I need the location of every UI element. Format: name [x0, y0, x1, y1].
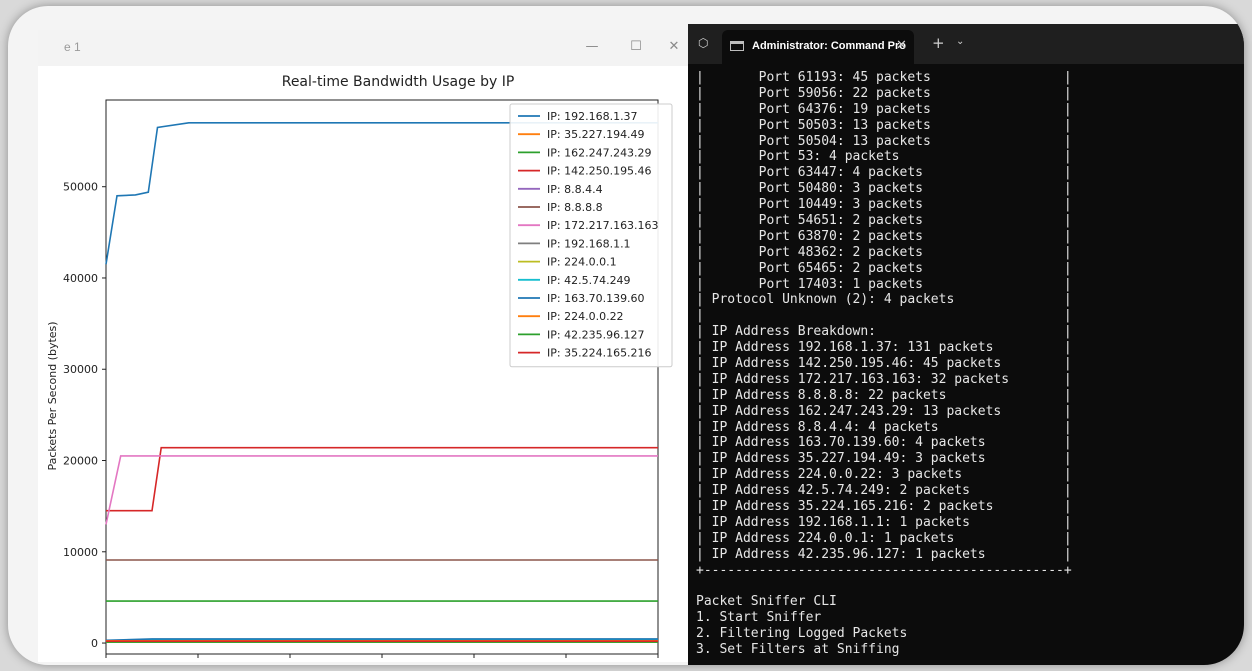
terminal-line: | Port 63447: 4 packets |	[696, 165, 1072, 181]
bandwidth-line-chart: Real-time Bandwidth Usage by IP Packets …	[46, 74, 673, 658]
legend-label: IP: 192.168.1.1	[547, 237, 631, 250]
series-line	[106, 446, 658, 512]
terminal-line: | IP Address 192.168.1.1: 1 packets |	[696, 514, 1072, 530]
terminal-window: ⬡ Administrator: Command Pro ✕ + ⌄ | Por…	[688, 24, 1244, 665]
legend-label: IP: 224.0.0.22	[547, 310, 624, 323]
legend: IP: 192.168.1.37 IP: 35.227.194.49 IP: 162…	[509, 103, 673, 368]
terminal-icon	[730, 41, 744, 51]
plot-window-titlebar: e 1 — ☐ ✕	[38, 30, 694, 66]
terminal-line: | Port 50503: 13 packets |	[696, 117, 1072, 133]
legend-label: IP: 42.5.74.249	[547, 274, 631, 287]
terminal-tab-bar: ⬡ Administrator: Command Pro ✕ + ⌄	[688, 24, 1244, 64]
terminal-line: Packet Sniffer CLI	[696, 594, 837, 610]
legend-label: IP: 35.224.165.216	[547, 347, 652, 360]
new-tab-button[interactable]: +	[932, 34, 945, 52]
terminal-line: | Port 65465: 2 packets |	[696, 260, 1072, 276]
terminal-line: | Port 54651: 2 packets |	[696, 213, 1072, 229]
terminal-line: | IP Address 224.0.0.22: 3 packets |	[696, 467, 1072, 483]
y-tick-label: 50000	[63, 181, 98, 194]
legend-label: IP: 163.70.139.60	[547, 292, 645, 305]
legend-label: IP: 172.217.163.163	[547, 219, 659, 232]
legend-label: IP: 162.247.243.29	[547, 146, 652, 159]
terminal-line: | Port 53: 4 packets |	[696, 149, 1072, 165]
terminal-line: | IP Address 42.5.74.249: 2 packets |	[696, 483, 1072, 499]
y-tick-label: 20000	[63, 455, 98, 468]
plot-window-title: e 1	[64, 40, 81, 54]
screenshot-frame: e 1 — ☐ ✕ Real-time Bandwidth Usage by I…	[8, 6, 1244, 665]
terminal-line: | Port 64376: 19 packets |	[696, 101, 1072, 117]
shield-icon: ⬡	[698, 36, 709, 50]
terminal-line: | Port 10449: 3 packets |	[696, 197, 1072, 213]
legend-label: IP: 192.168.1.37	[547, 110, 638, 123]
chart-title: Real-time Bandwidth Usage by IP	[282, 74, 515, 90]
plot-window: e 1 — ☐ ✕ Real-time Bandwidth Usage by I…	[38, 30, 694, 662]
legend-label: IP: 8.8.4.4	[547, 183, 603, 196]
terminal-line: | IP Address 162.247.243.29: 13 packets …	[696, 403, 1072, 419]
terminal-line: | IP Address Breakdown: |	[696, 324, 1072, 340]
y-tick-label: 40000	[63, 272, 98, 285]
minimize-button[interactable]: —	[578, 36, 606, 58]
terminal-line: | Port 17403: 1 packets |	[696, 276, 1072, 292]
terminal-line: | Port 63870: 2 packets |	[696, 228, 1072, 244]
terminal-line: | IP Address 35.227.194.49: 3 packets |	[696, 451, 1072, 467]
terminal-line: 2. Filtering Logged Packets	[696, 626, 908, 642]
y-tick-label: 10000	[63, 546, 98, 559]
series-line	[105, 455, 658, 525]
terminal-line: | IP Address 172.217.163.163: 32 packets…	[696, 371, 1072, 387]
terminal-line: 3. Set Filters at Sniffing	[696, 642, 900, 658]
plot-area: 0 10000 20000 30000 40000 50000 IP: 192.168.1.…	[63, 99, 673, 658]
legend-label: IP: 142.250.195.46	[547, 165, 652, 178]
terminal-line: | IP Address 192.168.1.37: 131 packets |	[696, 340, 1072, 356]
legend-label: IP: 35.227.194.49	[547, 128, 645, 141]
terminal-line: | IP Address 42.235.96.127: 1 packets |	[696, 546, 1072, 562]
terminal-line: | IP Address 142.250.195.46: 45 packets …	[696, 356, 1072, 372]
terminal-line: | Protocol Unknown (2): 4 packets |	[696, 292, 1072, 308]
terminal-line: | IP Address 224.0.0.1: 1 packets |	[696, 530, 1072, 546]
tab-label: Administrator: Command Pro	[752, 40, 907, 52]
terminal-line: | Port 48362: 2 packets |	[696, 244, 1072, 260]
legend-box	[509, 103, 673, 368]
terminal-line: | IP Address 35.224.165.216: 2 packets |	[696, 499, 1072, 515]
close-tab-icon[interactable]: ✕	[896, 38, 907, 53]
terminal-line: | |	[696, 308, 1072, 324]
maximize-button[interactable]: ☐	[622, 36, 650, 58]
chevron-down-icon[interactable]: ⌄	[956, 36, 964, 47]
legend-label: IP: 8.8.8.8	[547, 201, 603, 214]
terminal-line: +---------------------------------------…	[696, 562, 1072, 578]
tab-administrator-command-prompt[interactable]: Administrator: Command Pro ✕	[722, 30, 914, 64]
terminal-line: | IP Address 163.70.139.60: 4 packets |	[696, 435, 1072, 451]
terminal-line: | Port 50480: 3 packets |	[696, 181, 1072, 197]
y-tick-label: 30000	[63, 363, 98, 376]
terminal-line: 1. Start Sniffer	[696, 610, 822, 626]
terminal-output: | Port 61193: 45 packets | | Port 59056: …	[696, 70, 1072, 658]
y-axis-label: Packets Per Second (bytes)	[46, 321, 59, 470]
terminal-line: | IP Address 8.8.8.8: 22 packets |	[696, 387, 1072, 403]
terminal-line: | Port 59056: 22 packets |	[696, 85, 1072, 101]
y-tick-label: 0	[91, 637, 98, 650]
legend-label: IP: 224.0.0.1	[547, 256, 617, 269]
close-button[interactable]: ✕	[660, 36, 688, 58]
terminal-line: | IP Address 8.8.4.4: 4 packets |	[696, 419, 1072, 435]
terminal-line: | Port 50504: 13 packets |	[696, 133, 1072, 149]
terminal-line: | Port 61193: 45 packets |	[696, 70, 1072, 85]
legend-label: IP: 42.235.96.127	[547, 328, 645, 341]
